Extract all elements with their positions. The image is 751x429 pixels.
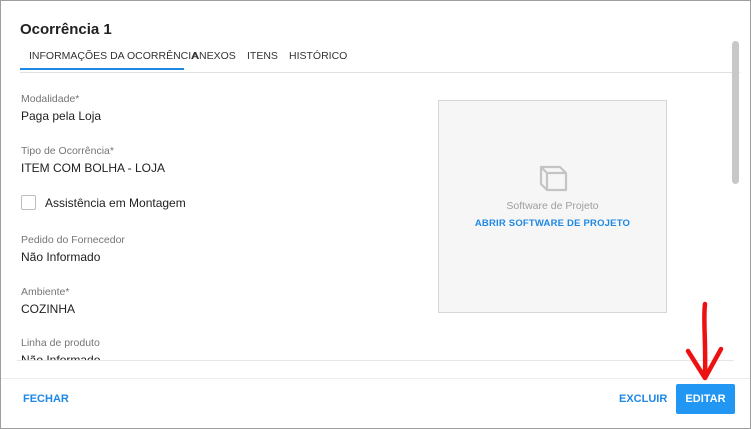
assistencia-checkbox-row[interactable]: Assistência em Montagem	[21, 195, 186, 210]
field-label: Linha de produto	[21, 337, 100, 349]
field-label: Ambiente*	[21, 286, 70, 298]
open-project-software-link[interactable]: ABRIR SOFTWARE DE PROJETO	[439, 218, 666, 229]
field-value: COZINHA	[21, 302, 75, 316]
field-value: Paga pela Loja	[21, 109, 102, 123]
tab-informacoes[interactable]: INFORMAÇÕES DA OCORRÊNCIA	[20, 45, 198, 70]
edit-button[interactable]: EDITAR	[676, 384, 735, 414]
field-pedido-fornecedor[interactable]: Pedido do Fornecedor Não Informado	[21, 234, 125, 265]
cube-icon	[539, 165, 568, 192]
checkbox-label: Assistência em Montagem	[45, 195, 186, 210]
footer-divider	[1, 378, 750, 379]
close-button[interactable]: FECHAR	[23, 393, 69, 405]
field-tipo-ocorrencia[interactable]: Tipo de Ocorrência* ITEM COM BOLHA - LOJ…	[21, 145, 165, 176]
tab-itens[interactable]: ITENS	[247, 45, 278, 70]
field-ambiente[interactable]: Ambiente* COZINHA	[21, 286, 75, 317]
field-modalidade[interactable]: Modalidade* Paga pela Loja	[21, 93, 101, 124]
field-value: Não Informado	[21, 250, 101, 264]
tab-historico[interactable]: HISTÓRICO	[289, 45, 347, 70]
delete-button[interactable]: EXCLUIR	[619, 393, 667, 405]
field-label: Pedido do Fornecedor	[21, 234, 125, 246]
occurrence-dialog: Ocorrência 1 INFORMAÇÕES DA OCORRÊNCIA A…	[0, 0, 751, 429]
field-value: ITEM COM BOLHA - LOJA	[21, 161, 166, 175]
content-divider	[17, 360, 734, 361]
dialog-title: Ocorrência 1	[20, 21, 112, 38]
red-arrow-icon	[685, 301, 724, 381]
field-label: Tipo de Ocorrência*	[21, 145, 114, 157]
field-label: Modalidade*	[21, 93, 80, 105]
form-content: Modalidade* Paga pela Loja Tipo de Ocorr…	[1, 73, 734, 361]
project-software-panel: Software de Projeto ABRIR SOFTWARE DE PR…	[438, 100, 667, 313]
assistencia-checkbox[interactable]	[21, 195, 36, 210]
tab-bar: INFORMAÇÕES DA OCORRÊNCIA ANEXOS ITENS H…	[20, 45, 740, 73]
field-linha-produto[interactable]: Linha de produto Não Informado	[21, 337, 100, 361]
project-caption: Software de Projeto	[506, 200, 599, 212]
scrollbar-thumb[interactable]	[732, 41, 739, 184]
tab-anexos[interactable]: ANEXOS	[192, 45, 236, 70]
